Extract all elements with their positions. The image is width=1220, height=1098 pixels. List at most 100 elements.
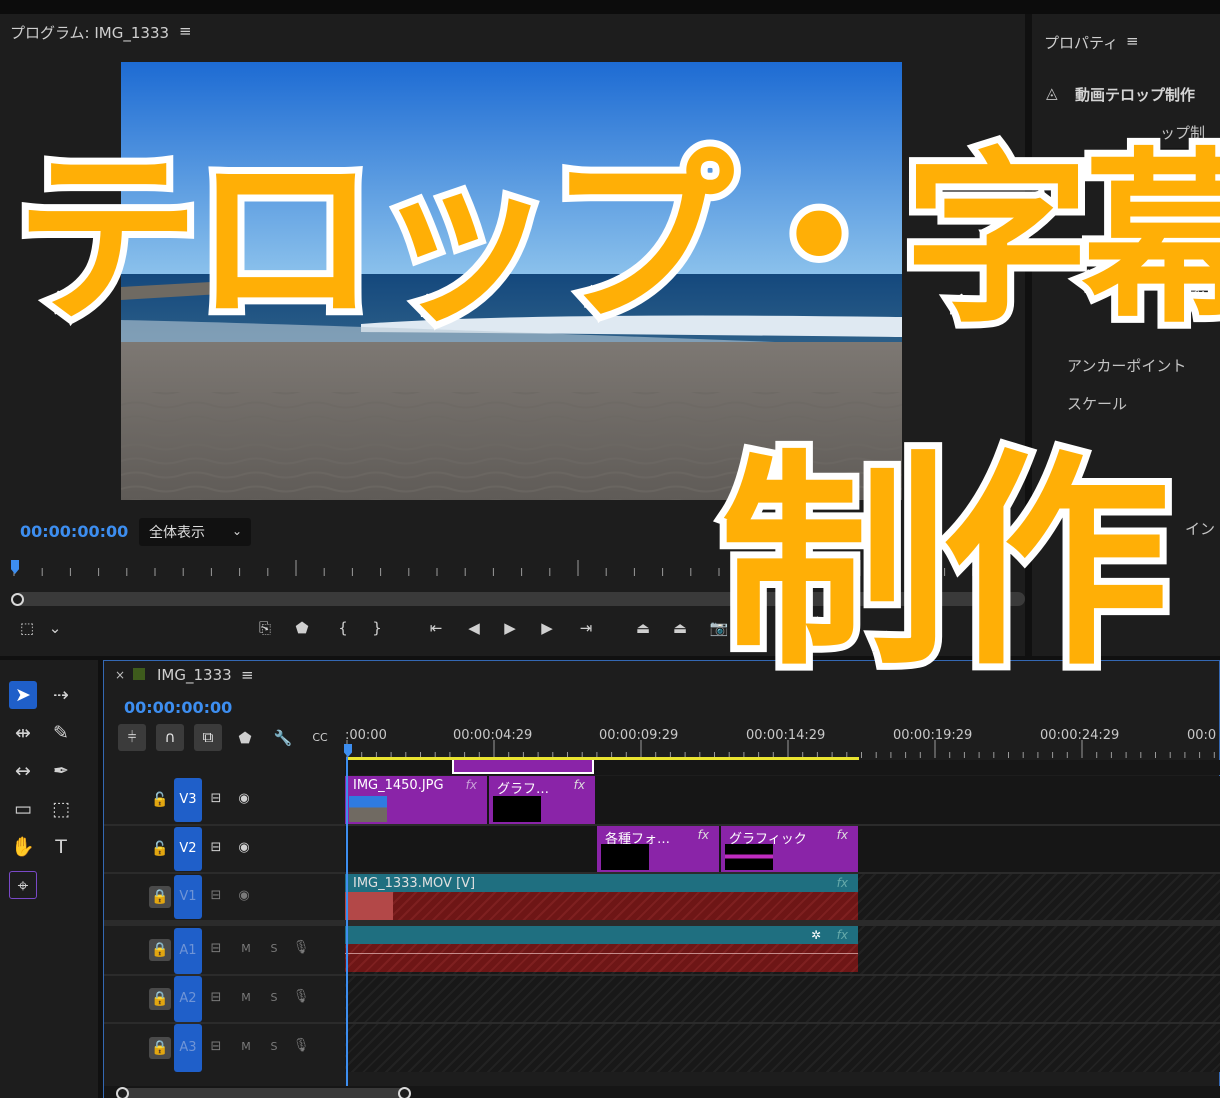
eye-icon[interactable]: ◉ xyxy=(234,840,254,855)
lock-icon[interactable]: 🔒 xyxy=(149,988,171,1010)
clip-img-1333-video[interactable]: IMG_1333.MOV [V] fx xyxy=(345,874,858,920)
track-area-v2[interactable]: 各種フォ… fx グラフィック fx xyxy=(345,826,1220,872)
track-area-a3[interactable] xyxy=(345,1024,1220,1072)
go-to-out-icon[interactable]: ⇥ xyxy=(573,616,599,640)
program-monitor-menu-icon[interactable]: ≡ xyxy=(179,22,192,40)
program-monitor-title[interactable]: プログラム: IMG_1333 xyxy=(10,22,169,43)
mic-icon[interactable]: 🎙 xyxy=(291,989,311,1004)
clip-header-bar xyxy=(345,926,858,944)
sequence-tab[interactable]: IMG_1333 xyxy=(157,666,232,684)
step-forward-icon[interactable]: ▶︎ xyxy=(534,616,560,640)
settings-chevron-icon[interactable]: ⌄ xyxy=(42,616,68,640)
lock-icon[interactable]: 🔒 xyxy=(149,939,171,961)
rectangle-icon[interactable]: ▭ xyxy=(9,795,37,823)
clip-img-1333-audio[interactable]: ✲ fx xyxy=(345,926,858,972)
sync-lock-icon[interactable]: ⊟ xyxy=(206,1039,226,1054)
track-select-icon[interactable]: ⇢ xyxy=(47,681,75,709)
clip-img-1450[interactable]: IMG_1450.JPG fx xyxy=(345,776,487,824)
program-zoom-handle[interactable] xyxy=(11,593,24,606)
scroll-handle-left[interactable] xyxy=(116,1087,129,1098)
anchor-point-label[interactable]: アンカーポイント xyxy=(1067,355,1186,376)
mic-icon[interactable]: 🎙 xyxy=(291,1038,311,1053)
wrench-icon[interactable]: 🔧 xyxy=(271,726,295,750)
track-a1: 🔒 A1 ⊟ M S 🎙 ✲ fx xyxy=(104,926,1220,974)
linked-selection-icon[interactable]: ⧉ xyxy=(194,724,222,751)
fx-badge: fx xyxy=(836,828,848,842)
add-marker-icon[interactable]: ⬟ xyxy=(289,616,315,640)
track-target-a1[interactable]: A1 xyxy=(174,928,202,974)
selected-clip-edge[interactable] xyxy=(452,760,594,774)
ruler-label: 00:00:09:29 xyxy=(599,728,679,743)
mute-button[interactable]: M xyxy=(236,942,256,955)
sequence-menu-icon[interactable]: ≡ xyxy=(241,666,254,684)
ruler-label: 00:00:14:29 xyxy=(746,728,826,743)
lift-icon[interactable]: ⏏ xyxy=(630,616,656,640)
marker-icon[interactable]: ⬟ xyxy=(233,726,257,750)
razor-icon[interactable]: ✎ xyxy=(47,719,75,747)
sync-lock-icon[interactable]: ⊟ xyxy=(206,791,226,806)
eye-icon[interactable]: ◉ xyxy=(234,791,254,806)
mic-icon[interactable]: 🎙 xyxy=(291,940,311,955)
properties-menu-icon[interactable]: ≡ xyxy=(1126,32,1139,50)
sync-lock-icon[interactable]: ⊟ xyxy=(206,888,226,903)
lock-icon[interactable]: 🔒 xyxy=(149,1037,171,1059)
track-target-a3[interactable]: A3 xyxy=(174,1024,202,1072)
mark-in-icon[interactable]: { xyxy=(330,616,356,640)
sync-lock-icon[interactable]: ⊟ xyxy=(206,990,226,1005)
go-to-in-icon[interactable]: ⇤ xyxy=(423,616,449,640)
lock-icon[interactable]: 🔒 xyxy=(149,886,171,908)
remix-icon[interactable]: ⬚ xyxy=(47,795,75,823)
solo-button[interactable]: S xyxy=(264,1040,284,1053)
ripple-edit-icon[interactable]: ⇹ xyxy=(9,719,37,747)
sync-lock-icon[interactable]: ⊟ xyxy=(206,840,226,855)
track-target-v2[interactable]: V2 xyxy=(174,827,202,871)
captions-icon[interactable]: CC xyxy=(308,726,332,750)
lock-icon[interactable]: 🔓 xyxy=(149,789,171,811)
lock-icon[interactable]: 🔓 xyxy=(149,838,171,860)
track-header-a1: 🔒 A1 ⊟ M S 🎙 xyxy=(104,926,345,974)
sequence-timecode[interactable]: 00:00:00:00 xyxy=(124,698,232,717)
program-timecode[interactable]: 00:00:00:00 xyxy=(20,522,128,541)
clip-fonts[interactable]: 各種フォ… fx xyxy=(597,826,719,872)
track-target-v3[interactable]: V3 xyxy=(174,778,202,822)
track-area-a2[interactable] xyxy=(345,976,1220,1022)
pen-icon[interactable]: ✒ xyxy=(47,757,75,785)
fx-badge: fx xyxy=(573,778,585,792)
fx-badge: fx xyxy=(836,876,848,890)
ruler-label: 00:00:19:29 xyxy=(893,728,973,743)
eye-icon[interactable]: ◉ xyxy=(234,888,254,903)
properties-title[interactable]: プロパティ xyxy=(1044,32,1118,53)
hand-icon[interactable]: ✋ xyxy=(9,833,37,861)
track-area-a1[interactable]: ✲ fx xyxy=(345,926,1220,974)
sync-lock-icon[interactable]: ⊟ xyxy=(206,941,226,956)
track-area-v1[interactable]: IMG_1333.MOV [V] fx xyxy=(345,874,1220,920)
fit-zoom-select[interactable]: 全体表示 ⌄ xyxy=(139,518,251,546)
type-icon[interactable]: T xyxy=(47,833,75,861)
mute-button[interactable]: M xyxy=(236,1040,256,1053)
clip-graphic-1[interactable]: グラフ… fx xyxy=(489,776,595,824)
comparison-view-icon[interactable]: ⎘ xyxy=(252,616,278,640)
snap-icon[interactable]: ∩ xyxy=(156,724,184,751)
slip-icon[interactable]: ↔ xyxy=(9,757,37,785)
extract-icon[interactable]: ⏏ xyxy=(667,616,693,640)
track-target-a2[interactable]: A2 xyxy=(174,976,202,1022)
clip-graphic-2[interactable]: グラフィック fx xyxy=(721,826,858,872)
select-tool-icon[interactable]: ➤ xyxy=(9,681,37,709)
step-back-icon[interactable]: ◀︎ xyxy=(461,616,487,640)
close-icon[interactable]: × xyxy=(115,668,125,682)
caption-tool-icon[interactable]: ⌖ xyxy=(9,871,37,899)
properties-partial-label: イン xyxy=(1185,520,1216,538)
solo-button[interactable]: S xyxy=(264,991,284,1004)
mark-out-icon[interactable]: } xyxy=(364,616,390,640)
solo-button[interactable]: S xyxy=(264,942,284,955)
mute-button[interactable]: M xyxy=(236,991,256,1004)
track-target-v1[interactable]: V1 xyxy=(174,875,202,919)
scroll-handle-right[interactable] xyxy=(398,1087,411,1098)
nest-toggle-icon[interactable]: ⫩ xyxy=(118,724,146,751)
safe-margins-icon[interactable]: ⬚ xyxy=(14,616,40,640)
play-icon[interactable]: ▶︎ xyxy=(497,616,523,640)
track-v2: 🔓 V2 ⊟ ◉ 各種フォ… fx グラフィック fx xyxy=(104,826,1220,872)
timeline-scroll-thumb[interactable] xyxy=(118,1088,408,1098)
clip-label: IMG_1450.JPG xyxy=(353,778,444,793)
track-area-v3[interactable]: IMG_1450.JPG fx グラフ… fx xyxy=(345,776,1220,824)
